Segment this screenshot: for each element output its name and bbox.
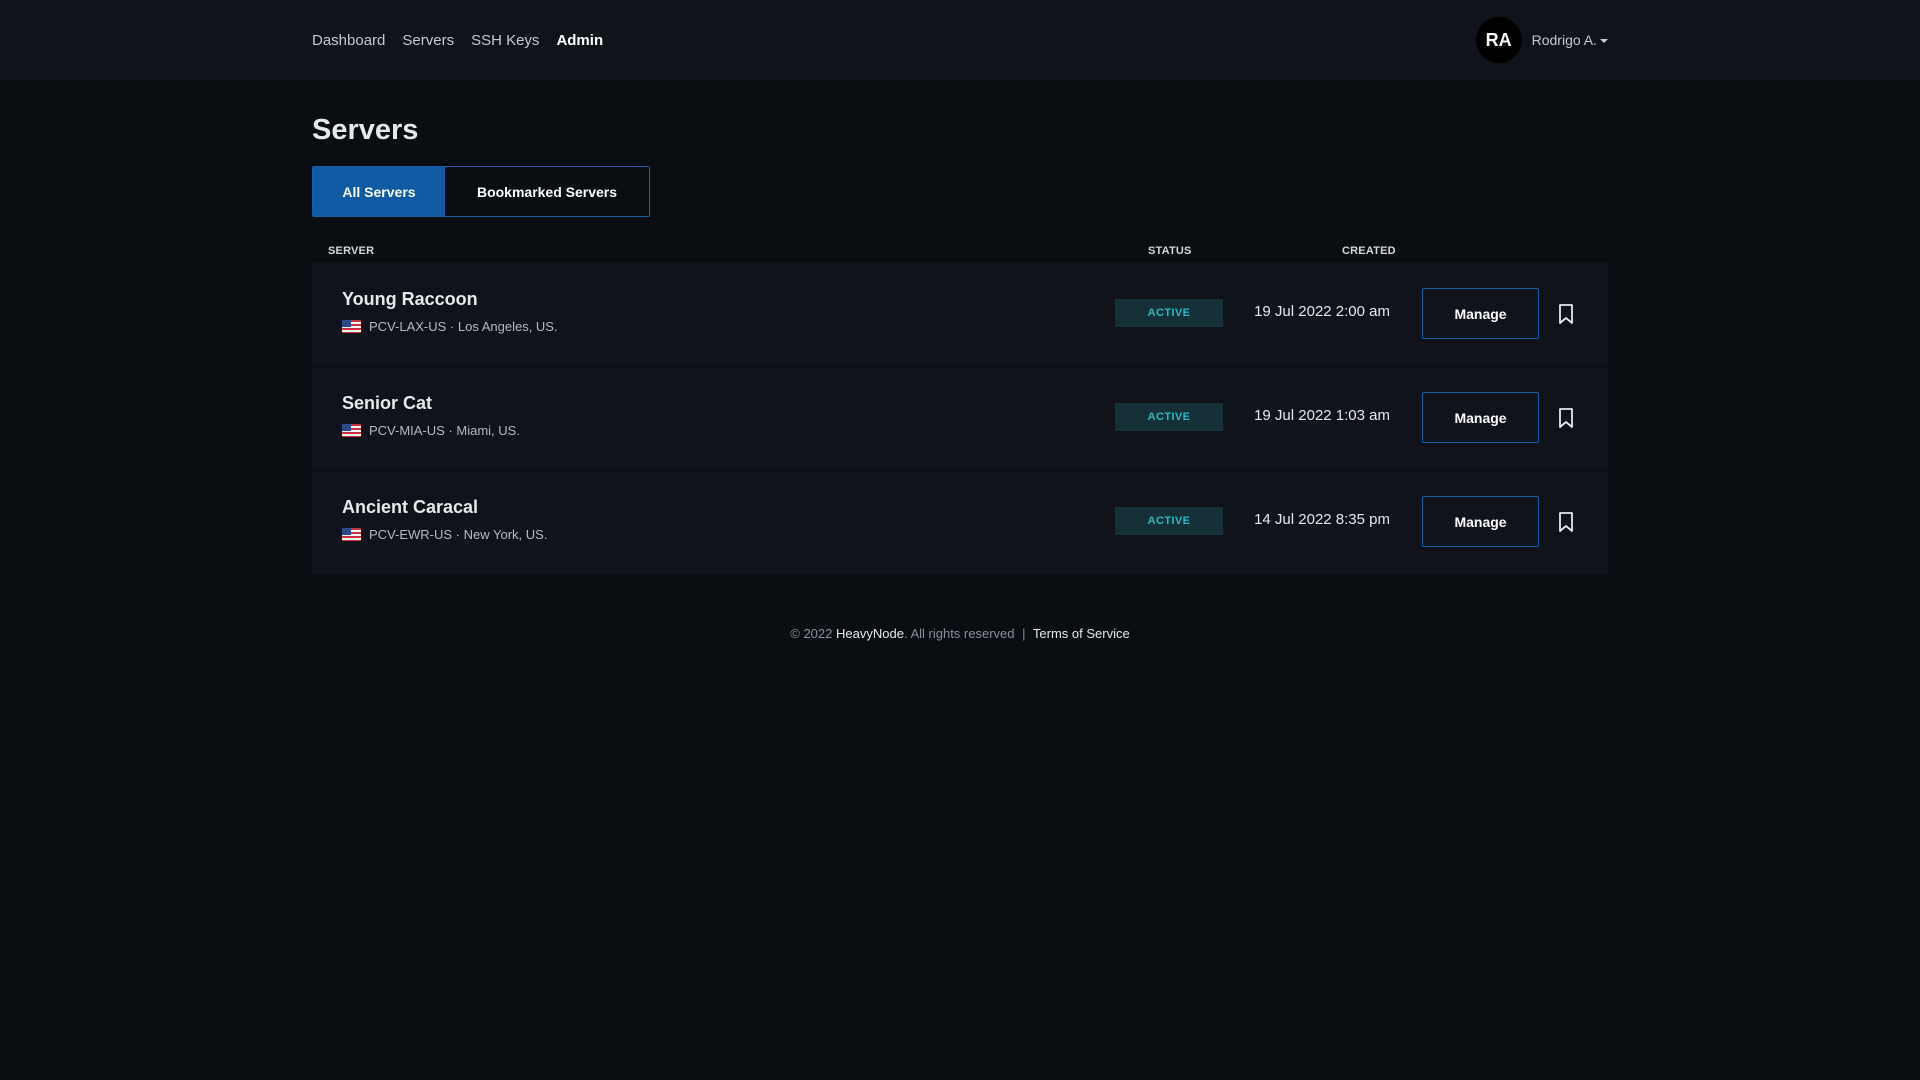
server-location: PCV-EWR-US · New York, US. — [342, 527, 547, 542]
manage-button[interactable]: Manage — [1422, 288, 1539, 339]
server-name[interactable]: Ancient Caracal — [342, 497, 478, 518]
footer-separator: | — [1022, 626, 1026, 641]
column-header-status: STATUS — [1148, 245, 1192, 257]
terms-link[interactable]: Terms of Service — [1033, 626, 1130, 641]
top-navbar: Dashboard Servers SSH Keys Admin RA Rodr… — [0, 0, 1920, 80]
avatar[interactable]: RA — [1475, 17, 1522, 63]
chevron-down-icon — [1600, 39, 1608, 44]
footer: © 2022 HeavyNode. All rights reserved | … — [0, 626, 1920, 641]
tab-bookmarked-servers[interactable]: Bookmarked Servers — [445, 167, 649, 216]
server-tabs: All Servers Bookmarked Servers — [312, 166, 650, 217]
created-date: 19 Jul 2022 1:03 am — [1254, 407, 1390, 424]
table-row: Senior Cat PCV-MIA-US · Miami, US. ACTIV… — [312, 367, 1608, 471]
us-flag-icon — [342, 528, 361, 541]
server-code: PCV-MIA-US · Miami, US. — [369, 423, 520, 438]
status-badge: ACTIVE — [1115, 507, 1223, 535]
manage-button[interactable]: Manage — [1422, 392, 1539, 443]
us-flag-icon — [342, 320, 361, 333]
server-name[interactable]: Senior Cat — [342, 393, 432, 414]
server-location: PCV-LAX-US · Los Angeles, US. — [342, 319, 558, 334]
footer-copyright: © 2022 — [790, 626, 833, 641]
created-date: 19 Jul 2022 2:00 am — [1254, 303, 1390, 320]
created-date: 14 Jul 2022 8:35 pm — [1254, 511, 1390, 528]
table-row: Young Raccoon PCV-LAX-US · Los Angeles, … — [312, 263, 1608, 367]
column-header-server: SERVER — [328, 245, 375, 257]
bookmark-icon[interactable] — [1557, 407, 1575, 429]
bookmark-icon[interactable] — [1557, 511, 1575, 533]
column-header-created: CREATED — [1342, 245, 1396, 257]
nav-ssh-keys[interactable]: SSH Keys — [471, 32, 539, 49]
user-menu[interactable]: RA Rodrigo A. — [1475, 17, 1608, 63]
nav-servers[interactable]: Servers — [402, 32, 454, 49]
server-code: PCV-EWR-US · New York, US. — [369, 527, 548, 542]
bookmark-icon[interactable] — [1557, 303, 1575, 325]
nav-admin[interactable]: Admin — [556, 32, 603, 49]
footer-rights: . All rights reserved — [903, 626, 1015, 641]
tab-all-servers[interactable]: All Servers — [313, 167, 445, 216]
server-code: PCV-LAX-US · Los Angeles, US. — [369, 319, 558, 334]
manage-button[interactable]: Manage — [1422, 496, 1539, 547]
servers-table: Young Raccoon PCV-LAX-US · Los Angeles, … — [312, 263, 1608, 575]
table-header: SERVER STATUS CREATED — [312, 239, 1608, 263]
main-nav: Dashboard Servers SSH Keys Admin — [312, 0, 603, 80]
footer-brand[interactable]: HeavyNode — [836, 626, 904, 641]
server-name[interactable]: Young Raccoon — [342, 289, 478, 310]
table-row: Ancient Caracal PCV-EWR-US · New York, U… — [312, 471, 1608, 575]
server-location: PCV-MIA-US · Miami, US. — [342, 423, 520, 438]
user-name[interactable]: Rodrigo A. — [1532, 32, 1608, 48]
status-badge: ACTIVE — [1115, 299, 1223, 327]
us-flag-icon — [342, 424, 361, 437]
nav-dashboard[interactable]: Dashboard — [312, 32, 385, 49]
page-title: Servers — [312, 114, 419, 146]
status-badge: ACTIVE — [1115, 403, 1223, 431]
main-content: Servers All Servers Bookmarked Servers S… — [312, 80, 1608, 575]
